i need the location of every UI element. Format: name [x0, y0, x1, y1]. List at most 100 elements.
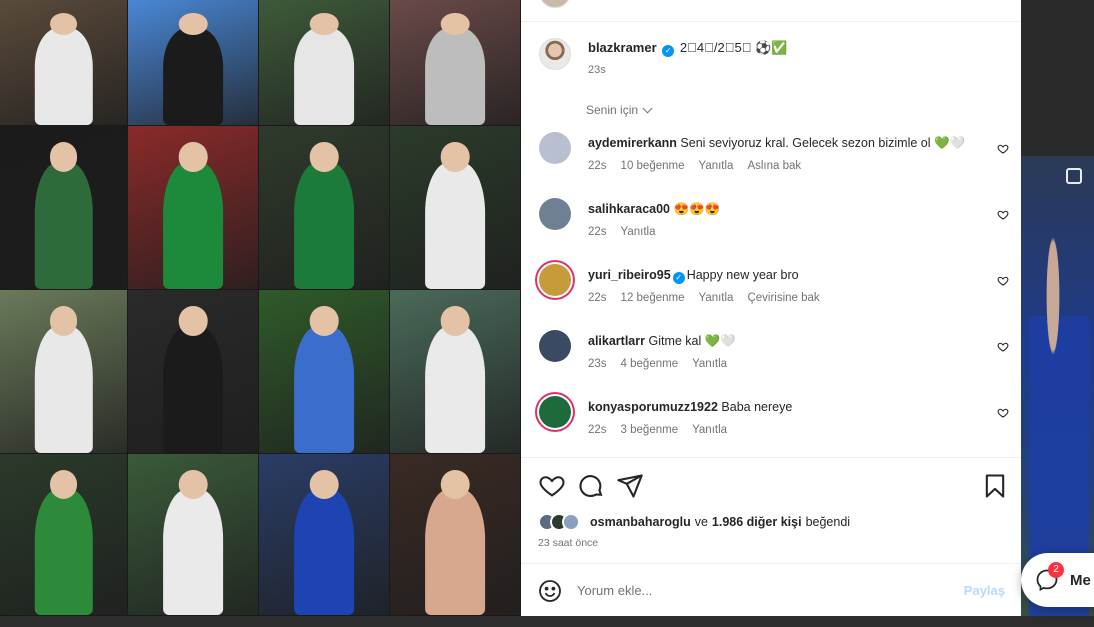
grid-photo[interactable] — [0, 454, 128, 616]
grid-photo[interactable] — [259, 454, 390, 616]
comment-like-icon[interactable] — [997, 208, 1009, 220]
comment-like-icon[interactable] — [997, 274, 1009, 286]
verified-badge-icon: ✓ — [672, 272, 685, 284]
comment-icon[interactable] — [577, 472, 605, 500]
photo-figure — [163, 489, 223, 615]
grid-photo[interactable] — [0, 0, 128, 126]
comment-like-icon[interactable] — [997, 142, 1009, 154]
grid-photo[interactable] — [128, 0, 259, 126]
comment-item: konyasporumuzz1922 Baba nereye 22s 3 beğen… — [539, 392, 1009, 452]
comment-time[interactable]: 23s — [588, 358, 607, 370]
comment-time[interactable]: 22s — [588, 292, 607, 304]
comment-avatar[interactable] — [539, 132, 571, 164]
post-comment-button[interactable]: Paylaş — [964, 583, 1005, 598]
comment-like-icon[interactable] — [997, 340, 1009, 352]
grid-photo[interactable] — [259, 290, 390, 454]
photo-figure — [425, 161, 485, 289]
comment-text: Baba nereye — [721, 400, 793, 414]
grid-photo[interactable] — [259, 0, 390, 126]
caption-time: 23s — [588, 64, 606, 76]
grid-photo[interactable] — [390, 0, 521, 126]
comment-text: Happy new year bro — [686, 268, 799, 282]
comment-username[interactable]: alikartlarr — [588, 334, 645, 348]
comment-body: yuri_ribeiro95 ✓ Happy new year bro — [588, 268, 799, 284]
comment-avatar[interactable] — [539, 264, 571, 296]
grid-photo[interactable] — [390, 126, 521, 290]
post-media-grid — [0, 0, 521, 616]
comment-likes[interactable]: 12 beğenme — [621, 292, 685, 304]
comment-reply-button[interactable]: Yanıtla — [699, 292, 734, 304]
comment-item: yuri_ribeiro95 ✓ Happy new year bro 22s 12 b… — [539, 260, 1009, 320]
bottom-strip — [0, 616, 1094, 627]
comment-avatar[interactable] — [539, 396, 571, 428]
comment-item: salihkaraca00 😍😍😍 22s Yanıtla — [539, 194, 1009, 254]
emoji-icon[interactable] — [538, 579, 562, 603]
photo-figure — [294, 161, 354, 289]
author-avatar[interactable] — [539, 0, 571, 8]
likes-count[interactable]: 1.986 diğer kişi — [712, 515, 802, 529]
grid-photo[interactable] — [0, 126, 128, 290]
caption-text: 2⃣4⃣/2⃣5⃣ ⚽️✅ — [679, 40, 788, 55]
photo-figure-head — [440, 142, 470, 172]
comment-likes[interactable]: 10 beğenme — [621, 160, 685, 172]
caption-line: blazkramer ✓ 2⃣4⃣/2⃣5⃣ ⚽️✅ — [588, 40, 787, 57]
photo-figure — [34, 489, 93, 615]
comment-time[interactable]: 22s — [588, 424, 607, 436]
photo-figure-head — [440, 306, 470, 336]
comment-sort-label: Senin için — [586, 103, 639, 117]
photo-figure — [425, 325, 485, 453]
comment-like-icon[interactable] — [997, 406, 1009, 418]
likes-connector: ve — [694, 515, 708, 529]
photo-figure-head — [49, 306, 78, 336]
photo-figure-head — [49, 470, 78, 500]
grid-photo[interactable] — [128, 454, 259, 616]
photo-figure — [294, 325, 354, 453]
comment-item: alikartlarr Gitme kal 💚🤍 23s 4 beğenme Yanı… — [539, 326, 1009, 386]
comment-reply-button[interactable]: Yanıtla — [692, 358, 727, 370]
likes-summary: osmanbaharoglu ve 1.986 diğer kişi beğen… — [538, 513, 850, 531]
comment-avatar[interactable] — [539, 330, 571, 362]
grid-photo[interactable] — [390, 290, 521, 454]
grid-photo[interactable] — [128, 290, 259, 454]
comment-meta: 23s 4 beğenme Yanıtla — [588, 358, 727, 370]
comment-username[interactable]: salihkaraca00 — [588, 202, 670, 216]
comment-reply-button[interactable]: Yanıtla — [621, 226, 656, 238]
comment-time[interactable]: 22s — [588, 226, 607, 238]
save-bookmark-icon[interactable] — [981, 472, 1009, 500]
photo-figure — [163, 161, 223, 289]
comment-input[interactable] — [577, 578, 937, 602]
comment-translate-link[interactable]: Çevirisine bak — [747, 292, 819, 304]
caption-avatar[interactable] — [539, 38, 571, 70]
comment-likes[interactable]: 3 beğenme — [621, 424, 679, 436]
caption-username[interactable]: blazkramer — [588, 40, 657, 55]
comment-username[interactable]: aydemirerkann — [588, 136, 677, 150]
photo-figure — [163, 27, 223, 125]
comment-username[interactable]: konyasporumuzz1922 — [588, 400, 718, 414]
like-heart-icon[interactable] — [538, 472, 566, 500]
liked-by-username[interactable]: osmanbaharoglu — [590, 515, 691, 529]
post-timestamp[interactable]: 23 saat önce — [538, 537, 598, 549]
post-actions: osmanbaharoglu ve 1.986 diğer kişi beğen… — [521, 457, 1021, 563]
photo-figure-head — [178, 142, 208, 172]
comment-likes[interactable]: 4 beğenme — [621, 358, 679, 370]
photo-figure-head — [309, 142, 339, 172]
comment-avatar[interactable] — [539, 198, 571, 230]
grid-photo[interactable] — [390, 454, 521, 616]
grid-photo[interactable] — [259, 126, 390, 290]
chevron-down-icon — [642, 103, 653, 113]
comment-username[interactable]: yuri_ribeiro95 — [588, 268, 671, 282]
share-send-icon[interactable] — [616, 472, 644, 500]
comment-translate-link[interactable]: Aslına bak — [747, 160, 801, 172]
grid-photo[interactable] — [0, 290, 128, 454]
comment-sort-dropdown[interactable]: Senin için — [586, 103, 653, 117]
post-details-panel: blazkramer ✓ 2⃣4⃣/2⃣5⃣ ⚽️✅ 23s Senin içi… — [521, 0, 1021, 616]
comment-time[interactable]: 22s — [588, 160, 607, 172]
messages-button[interactable]: 2 Me — [1021, 553, 1094, 607]
post-header — [521, 0, 1021, 22]
photo-figure-head — [309, 306, 339, 336]
comment-reply-button[interactable]: Yanıtla — [699, 160, 734, 172]
photo-figure — [34, 161, 93, 289]
photo-figure-head — [309, 470, 339, 500]
grid-photo[interactable] — [128, 126, 259, 290]
comment-reply-button[interactable]: Yanıtla — [692, 424, 727, 436]
